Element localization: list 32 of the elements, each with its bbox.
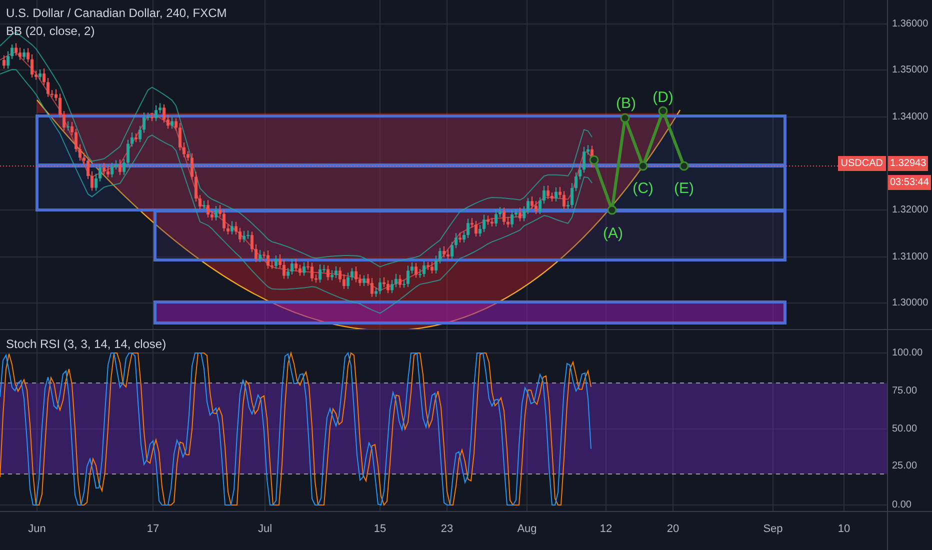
- indicator-label: BB (20, close, 2): [6, 24, 96, 38]
- oscillator-title: Stoch RSI (3, 3, 14, 14, close): [6, 337, 166, 351]
- time-tick-label: Jun: [28, 523, 46, 535]
- pattern-label: (A): [603, 225, 623, 242]
- time-tick-label: 10: [838, 523, 850, 535]
- time-tick-label: 15: [374, 523, 386, 535]
- last-price-label: 1.32943: [888, 156, 928, 171]
- price-tick-label: 1.35000: [892, 64, 928, 76]
- pattern-label: (B): [616, 95, 636, 112]
- oscillator-tick-label: 0.00: [892, 500, 912, 510]
- time-tick-label: Aug: [517, 523, 537, 535]
- time-tick-label: 12: [600, 523, 612, 535]
- chart-title: U.S. Dollar / Canadian Dollar, 240, FXCM: [6, 6, 227, 20]
- symbol-label: USDCAD: [838, 156, 886, 171]
- time-tick-label: Sep: [763, 523, 783, 535]
- price-tick-label: 1.31000: [892, 252, 928, 262]
- pattern-label: (D): [652, 89, 674, 106]
- time-tick-label: 23: [440, 523, 454, 535]
- countdown-label: 03:53:44: [888, 175, 931, 190]
- price-tick-label: 1.32000: [892, 204, 928, 216]
- pattern-label: (E): [674, 180, 694, 197]
- price-tick-label: 1.36000: [892, 18, 928, 30]
- oscillator-tick-label: 100.00: [892, 348, 923, 358]
- time-tick-label: 17: [146, 523, 160, 535]
- price-tick-label: 1.30000: [892, 298, 928, 308]
- oscillator-tick-label: 25.00: [892, 460, 918, 472]
- oscillator-tick-label: 50.00: [892, 424, 918, 434]
- pattern-label: (C): [632, 180, 654, 197]
- time-tick-label: Jul: [258, 523, 272, 535]
- price-tick-label: 1.34000: [892, 112, 928, 122]
- time-tick-label: 20: [666, 523, 680, 535]
- oscillator-tick-label: 75.00: [892, 386, 918, 396]
